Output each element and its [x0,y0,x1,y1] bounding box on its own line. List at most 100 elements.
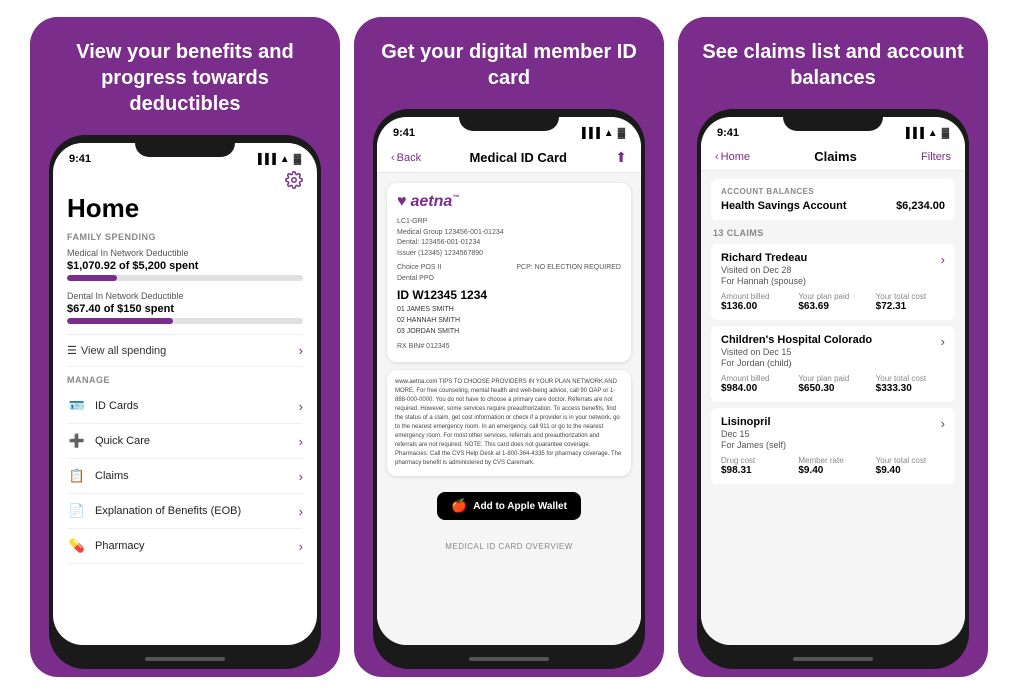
claim3-amounts: Drug cost $98.31 Member rate $9.40 Your … [721,456,945,476]
view-spending-row[interactable]: ☰ View all spending › [67,334,303,367]
wifi-icon3: ▲ [928,128,938,139]
claim2-info: Children's Hospital Colorado Visited on … [721,334,872,368]
wifi-icon: ▲ [280,154,290,165]
aetna-logo: ♥ aetna™ [397,193,621,211]
claim2-total-value: $333.30 [876,383,945,394]
share-icon[interactable]: ⬆ [615,149,627,166]
claim1-for: For Hannah (spouse) [721,276,807,286]
menu-item-pharmacy[interactable]: 💊 Pharmacy › [67,529,303,564]
claim1-chevron: › [941,252,945,267]
claim3-plan-value: $9.40 [798,465,867,476]
menu-item-claims-left: 📋 Claims [67,466,129,486]
menu-item-quick-care[interactable]: ➕ Quick Care › [67,424,303,459]
signal-icon2: ▐▐▐ [579,128,600,139]
signal-icon3: ▐▐▐ [903,128,924,139]
quick-care-icon: ➕ [67,431,87,451]
claim1-amounts: Amount billed $136.00 Your plan paid $63… [721,292,945,312]
top-row [67,169,303,193]
back-chevron2: ‹ [391,152,395,164]
apple-wallet-button[interactable]: 🍎 Add to Apple Wallet [437,492,581,520]
pharmacy-chevron: › [299,539,303,554]
card-issuer: Issuer (12345) 1234567890 [397,249,621,260]
phone2-screen: 9:41 ▐▐▐ ▲ ▓ ‹ Back Medical ID Card ⬆ [377,117,641,645]
menu-item-eob[interactable]: 📄 Explanation of Benefits (EOB) › [67,494,303,529]
deductible-medical-amount: $1,070.92 of $5,200 spent [67,260,303,272]
claim-card-1[interactable]: Richard Tredeau Visited on Dec 28 For Ha… [711,244,955,320]
phone3-notch [783,109,883,131]
home-title: Home [67,193,303,224]
card-rx: RX BIN# 012345 [397,342,621,353]
claim1-plan-value: $63.69 [798,301,867,312]
claim-card-3[interactable]: Lisinopril Dec 15 For James (self) › Dru… [711,408,955,484]
claim2-plan-label: Your plan paid [798,374,867,383]
menu-item-id-cards[interactable]: 🪪 ID Cards › [67,389,303,424]
home-indicator3 [793,657,873,661]
home-indicator1 [145,657,225,661]
deductible-dental-bar-bg [67,318,303,324]
back-button2[interactable]: ‹ Back [391,152,421,164]
claim1-billed-col: Amount billed $136.00 [721,292,790,312]
id-card-area: ♥ aetna™ LC1-GRP Medical Group 123456-00… [377,173,641,538]
panel-claims: See claims list and account balances 9:4… [678,17,988,677]
filters-button[interactable]: Filters [921,151,951,163]
balance-section: ACCOUNT BALANCES Health Savings Account … [711,179,955,220]
claim1-header: Richard Tredeau Visited on Dec 28 For Ha… [721,252,945,286]
deductible-medical-label: Medical In Network Deductible [67,248,303,258]
phone2-bottom [373,649,645,669]
pharmacy-icon: 💊 [67,536,87,556]
id-card-front: ♥ aetna™ LC1-GRP Medical Group 123456-00… [387,183,631,362]
claims-icon: 📋 [67,466,87,486]
menu-item-pharmacy-left: 💊 Pharmacy [67,536,145,556]
claim3-plan-col: Member rate $9.40 [798,456,867,476]
card-overview-label: MEDICAL ID CARD OVERVIEW [377,538,641,557]
signal-icon: ▐▐▐ [255,154,276,165]
phone3-screen: 9:41 ▐▐▐ ▲ ▓ ‹ Home Claims Filters [701,117,965,645]
claim3-total-label: Your total cost [876,456,945,465]
menu-item-claims[interactable]: 📋 Claims › [67,459,303,494]
battery-icon: ▓ [294,154,301,165]
phone1-screen: 9:41 ▐▐▐ ▲ ▓ Home FAMILY SPENDING Medica… [53,143,317,645]
screen3-content: ACCOUNT BALANCES Health Savings Account … [701,171,965,645]
card-info: LC1-GRP Medical Group 123456-001-01234 D… [397,217,621,259]
deductible-medical: Medical In Network Deductible $1,070.92 … [67,248,303,281]
claim3-chevron: › [941,416,945,431]
back-chevron3: ‹ [715,151,719,163]
claim2-name: Children's Hospital Colorado [721,334,872,346]
id-cards-chevron: › [299,399,303,414]
claim3-total-value: $9.40 [876,465,945,476]
quick-care-chevron: › [299,434,303,449]
back-button3[interactable]: ‹ Home [715,151,750,163]
apple-logo-icon: 🍎 [451,498,467,514]
panel2-header: Get your digital member ID card [354,17,664,109]
eob-chevron: › [299,504,303,519]
card-members: 01 JAMES SMITH 02 HANNAH SMITH 03 JORDAN… [397,304,621,338]
card-group: LC1-GRP [397,217,621,228]
menu-item-id-cards-left: 🪪 ID Cards [67,396,138,416]
claims-count: 13 CLAIMS [711,228,955,238]
claim1-billed-label: Amount billed [721,292,790,301]
claim3-name: Lisinopril [721,416,786,428]
nav-title3: Claims [814,149,857,164]
claim2-total-col: Your total cost $333.30 [876,374,945,394]
claim2-chevron: › [941,334,945,349]
deductible-dental-amount: $67.40 of $150 spent [67,303,303,315]
claim3-for: For James (self) [721,440,786,450]
claim3-billed-col: Drug cost $98.31 [721,456,790,476]
gear-icon[interactable] [285,171,303,189]
status-time2: 9:41 [393,127,415,139]
status-time1: 9:41 [69,153,91,165]
phone1-mockup: 9:41 ▐▐▐ ▲ ▓ Home FAMILY SPENDING Medica… [49,135,321,669]
claim3-total-col: Your total cost $9.40 [876,456,945,476]
status-time3: 9:41 [717,127,739,139]
claim2-date: Visited on Dec 15 [721,347,872,357]
card-info-grid: Choice POS II Dental PPO PCP: NO ELECTIO… [397,263,621,284]
claim3-billed-label: Drug cost [721,456,790,465]
id-cards-icon: 🪪 [67,396,87,416]
phone1-notch [135,135,235,157]
deductible-dental: Dental In Network Deductible $67.40 of $… [67,291,303,324]
claim-card-2[interactable]: Children's Hospital Colorado Visited on … [711,326,955,402]
view-spending-label: ☰ View all spending [67,344,166,357]
wifi-icon2: ▲ [604,128,614,139]
panel-id-card: Get your digital member ID card 9:41 ▐▐▐… [354,17,664,677]
balance-name: Health Savings Account [721,200,847,212]
